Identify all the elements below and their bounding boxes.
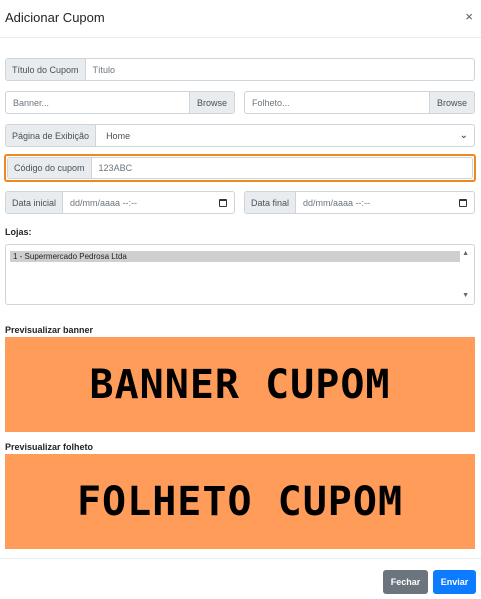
folheto-file-input[interactable]: Folheto... Browse xyxy=(244,91,475,114)
banner-preview-text: BANNER CUPOM xyxy=(89,361,391,408)
data-inicial-label: Data inicial xyxy=(6,192,64,213)
data-final-label: Data final xyxy=(245,192,297,213)
scroll-up-icon[interactable]: ▲ xyxy=(462,250,469,257)
data-inicial-input[interactable]: dd/mm/aaaa --:-- xyxy=(63,192,234,213)
enviar-button[interactable]: Enviar xyxy=(433,570,476,594)
codigo-input[interactable]: 123ABC xyxy=(92,158,472,178)
data-inicial-placeholder: dd/mm/aaaa --:-- xyxy=(70,197,138,208)
pagina-label: Página de Exibição xyxy=(6,125,97,146)
lojas-multiselect[interactable]: 1 - Supermercado Pedrosa Ltda ▲ ▼ xyxy=(5,244,475,305)
folheto-preview: FOLHETO CUPOM xyxy=(5,454,475,549)
folheto-preview-text: FOLHETO CUPOM xyxy=(76,478,404,525)
calendar-icon[interactable] xyxy=(219,198,227,207)
lojas-label: Lojas: xyxy=(5,227,32,237)
data-inicial-group: Data inicial dd/mm/aaaa --:-- xyxy=(5,191,235,214)
chevron-down-icon: ⌄ xyxy=(459,130,468,141)
preview-folheto-label: Previsualizar folheto xyxy=(5,442,94,452)
modal-title: Adicionar Cupom xyxy=(5,10,105,25)
banner-file-label: Banner... xyxy=(13,97,50,108)
pagina-select-group: Página de Exibição Home ⌄ xyxy=(5,124,475,147)
pagina-selected-value: Home xyxy=(106,130,131,141)
banner-preview: BANNER CUPOM xyxy=(5,337,475,432)
codigo-input-group: Código do cupom 123ABC xyxy=(7,157,473,179)
titulo-input[interactable]: Título xyxy=(86,59,474,80)
preview-banner-label: Previsualizar banner xyxy=(5,325,94,335)
lojas-option[interactable]: 1 - Supermercado Pedrosa Ltda xyxy=(10,251,460,262)
data-final-placeholder: dd/mm/aaaa --:-- xyxy=(303,197,371,208)
data-final-group: Data final dd/mm/aaaa --:-- xyxy=(244,191,475,214)
footer-divider xyxy=(0,558,481,559)
banner-file-input[interactable]: Banner... Browse xyxy=(5,91,235,114)
folheto-file-label: Folheto... xyxy=(252,97,290,108)
scroll-down-icon[interactable]: ▼ xyxy=(462,292,469,299)
folheto-browse-button[interactable]: Browse xyxy=(428,92,474,113)
data-final-input[interactable]: dd/mm/aaaa --:-- xyxy=(296,192,474,213)
modal-header: Adicionar Cupom × xyxy=(0,0,481,38)
codigo-label: Código do cupom xyxy=(8,158,92,178)
close-button[interactable]: × xyxy=(465,9,473,24)
fechar-button[interactable]: Fechar xyxy=(383,570,428,594)
banner-browse-button[interactable]: Browse xyxy=(188,92,234,113)
pagina-select[interactable]: Home ⌄ xyxy=(96,125,474,146)
titulo-label: Título do Cupom xyxy=(6,59,86,80)
titulo-input-group: Título do Cupom Título xyxy=(5,58,475,81)
calendar-icon[interactable] xyxy=(459,198,467,207)
